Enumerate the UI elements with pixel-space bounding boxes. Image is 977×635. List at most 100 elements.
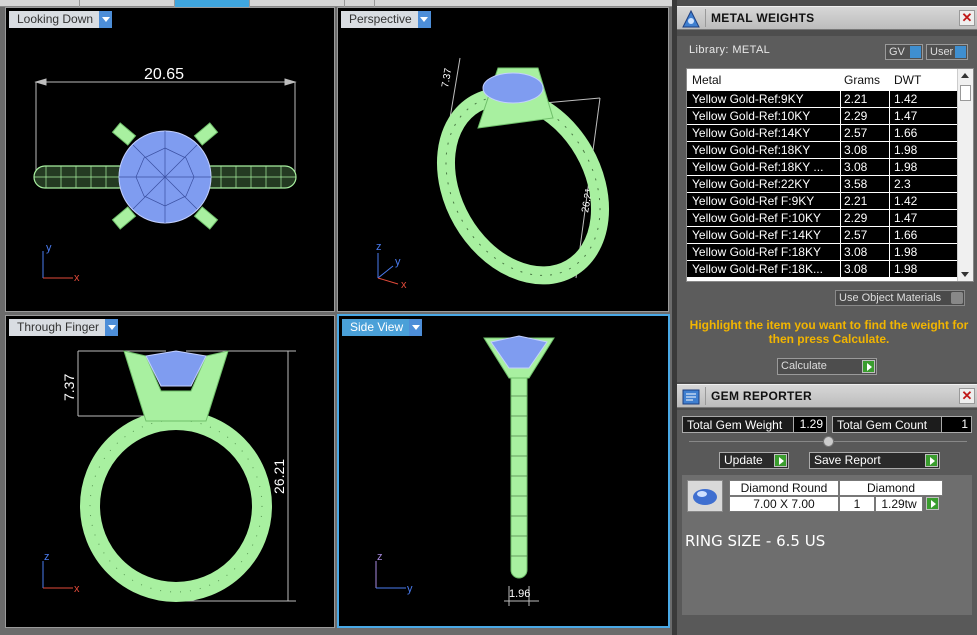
viewport-menu[interactable]: Looking Down bbox=[9, 11, 113, 28]
dwt-cell: 1.47 bbox=[894, 211, 918, 225]
column-divider bbox=[840, 244, 841, 260]
scroll-thumb[interactable] bbox=[960, 85, 971, 101]
metal-name-cell: Yellow Gold-Ref F:18K... bbox=[692, 262, 823, 276]
table-row[interactable]: Yellow Gold-Ref F:14KY 2.57 1.66 bbox=[687, 227, 959, 244]
tab-active[interactable] bbox=[175, 0, 250, 7]
gem-count: 1 bbox=[839, 496, 875, 512]
scroll-down-icon[interactable] bbox=[961, 272, 969, 277]
size-slider[interactable] bbox=[689, 436, 967, 447]
gem-size: 7.00 X 7.00 bbox=[729, 496, 839, 512]
column-divider bbox=[840, 210, 841, 226]
tab-1[interactable] bbox=[0, 0, 80, 7]
close-icon[interactable]: ✕ bbox=[959, 388, 975, 404]
slider-knob[interactable] bbox=[823, 436, 834, 447]
table-row[interactable]: Yellow Gold-Ref:14KY 2.57 1.66 bbox=[687, 125, 959, 142]
gv-toggle[interactable]: GV bbox=[885, 44, 923, 60]
column-divider bbox=[889, 227, 890, 243]
column-header[interactable]: Metal bbox=[692, 73, 721, 87]
axis-x-label: x bbox=[74, 272, 80, 284]
table-row[interactable]: Yellow Gold-Ref F:10KY 2.29 1.47 bbox=[687, 210, 959, 227]
viewport-looking-down[interactable]: Looking Down 20.65 y x bbox=[5, 7, 335, 312]
metal-name-cell: Yellow Gold-Ref F:9KY bbox=[692, 194, 815, 208]
dropdown-arrow-icon[interactable] bbox=[99, 11, 113, 28]
column-divider bbox=[840, 125, 841, 141]
diamond-round-icon bbox=[687, 480, 723, 512]
gem-action-button[interactable] bbox=[926, 497, 939, 510]
gem-weight: 1.29tw bbox=[875, 496, 923, 512]
update-button[interactable]: Update bbox=[719, 452, 789, 469]
scrollbar[interactable] bbox=[957, 69, 973, 281]
column-divider bbox=[840, 261, 841, 277]
table-row[interactable]: Yellow Gold-Ref:10KY 2.29 1.47 bbox=[687, 108, 959, 125]
tab-5[interactable] bbox=[345, 0, 375, 7]
dropdown-arrow-icon[interactable] bbox=[105, 319, 119, 336]
viewport-through-finger[interactable]: Through Finger 7.37 26.21 z x bbox=[5, 315, 335, 628]
metal-name-cell: Yellow Gold-Ref:9KY bbox=[692, 92, 804, 106]
table-row[interactable]: Yellow Gold-Ref F:18K... 3.08 1.98 bbox=[687, 261, 959, 278]
close-icon[interactable]: ✕ bbox=[959, 10, 975, 26]
metal-weights-icon bbox=[682, 9, 700, 28]
dwt-cell: 1.47 bbox=[894, 109, 918, 123]
calculate-button[interactable]: Calculate bbox=[777, 358, 877, 375]
play-icon bbox=[925, 454, 938, 467]
checkbox-icon bbox=[951, 292, 963, 304]
app-window: Looking Down 20.65 y x Perspective 7.37 … bbox=[0, 0, 977, 635]
viewport-label: Looking Down bbox=[9, 11, 100, 28]
metal-table: Metal Grams DWT Yellow Gold-Ref:9KY 2.21 1… bbox=[686, 68, 974, 282]
axis-z-label: z bbox=[376, 241, 382, 253]
table-row[interactable]: Yellow Gold-Ref:22KY 3.58 2.3 bbox=[687, 176, 959, 193]
panel-title: METAL WEIGHTS bbox=[711, 11, 815, 25]
dropdown-arrow-icon[interactable] bbox=[409, 319, 423, 336]
user-toggle[interactable]: User bbox=[926, 44, 968, 60]
panel-title: GEM REPORTER bbox=[711, 389, 812, 403]
dropdown-arrow-icon[interactable] bbox=[417, 11, 431, 28]
dwt-cell: 1.98 bbox=[894, 262, 918, 276]
column-header[interactable]: DWT bbox=[894, 73, 921, 87]
ring-size-text: RING SIZE - 6.5 US bbox=[685, 532, 826, 550]
save-report-button[interactable]: Save Report bbox=[809, 452, 940, 469]
library-label: Library: METAL bbox=[689, 44, 771, 56]
viewport-menu[interactable]: Perspective bbox=[341, 11, 431, 28]
instruction-text: Highlight the item you want to find the … bbox=[689, 318, 969, 346]
ring-front-drawing: 7.37 26.21 z x bbox=[42, 350, 296, 602]
metal-weights-panel: Library: METAL GV User Metal Grams DWT Y… bbox=[677, 36, 977, 382]
ring-perspective-drawing: 7.37 26.21 z y x bbox=[376, 57, 610, 291]
column-header[interactable]: Grams bbox=[844, 73, 880, 87]
gem-list: Diamond Round Diamond 7.00 X 7.00 1 1.29… bbox=[682, 475, 972, 615]
use-object-materials-button[interactable]: Use Object Materials bbox=[835, 290, 965, 306]
viewport-area: Looking Down 20.65 y x Perspective 7.37 … bbox=[0, 0, 672, 635]
table-row[interactable]: Yellow Gold-Ref:18KY 3.08 1.98 bbox=[687, 142, 959, 159]
total-gem-count: Total Gem Count 1 bbox=[832, 416, 972, 433]
table-row[interactable]: Yellow Gold-Ref F:9KY 2.21 1.42 bbox=[687, 193, 959, 210]
grams-cell: 2.21 bbox=[844, 92, 868, 106]
grams-cell: 2.57 bbox=[844, 228, 868, 242]
document-tabs bbox=[0, 0, 672, 7]
right-panel: METAL WEIGHTS ✕ Library: METAL GV User M… bbox=[672, 0, 977, 635]
table-row[interactable]: Yellow Gold-Ref F:18KY 3.08 1.98 bbox=[687, 244, 959, 261]
dimension-top-label: 7.37 bbox=[61, 374, 77, 401]
scroll-up-icon[interactable] bbox=[961, 73, 969, 78]
metal-weights-header: METAL WEIGHTS ✕ bbox=[677, 6, 977, 30]
table-row[interactable]: Yellow Gold-Ref:18KY ... 3.08 1.98 bbox=[687, 159, 959, 176]
viewport-perspective[interactable]: Perspective 7.37 26.21 z y x bbox=[337, 7, 669, 312]
toggle-icon bbox=[955, 46, 966, 58]
tab-2[interactable] bbox=[80, 0, 175, 7]
grams-cell: 2.57 bbox=[844, 126, 868, 140]
viewport-menu[interactable]: Through Finger bbox=[9, 319, 119, 336]
axis-y-label: y bbox=[395, 256, 401, 268]
column-divider bbox=[889, 244, 890, 260]
tab-4[interactable] bbox=[250, 0, 345, 7]
table-row[interactable]: Yellow Gold-Ref:9KY 2.21 1.42 bbox=[687, 91, 959, 108]
gem-reporter-panel: Total Gem Weight 1.29 Total Gem Count 1 … bbox=[677, 410, 977, 635]
gem-name: Diamond Round bbox=[729, 480, 839, 496]
viewport-side-view[interactable]: Side View 1.96 z y bbox=[337, 314, 670, 628]
dimension-height-label: 26.21 bbox=[271, 459, 287, 494]
gem-reporter-header: GEM REPORTER ✕ bbox=[677, 384, 977, 408]
dwt-cell: 2.3 bbox=[894, 177, 911, 191]
gem-material: Diamond bbox=[839, 480, 943, 496]
total-gem-weight-value: 1.29 bbox=[793, 417, 826, 432]
column-divider bbox=[840, 176, 841, 192]
grams-cell: 3.58 bbox=[844, 177, 868, 191]
grams-cell: 2.21 bbox=[844, 194, 868, 208]
viewport-menu[interactable]: Side View bbox=[342, 319, 423, 336]
